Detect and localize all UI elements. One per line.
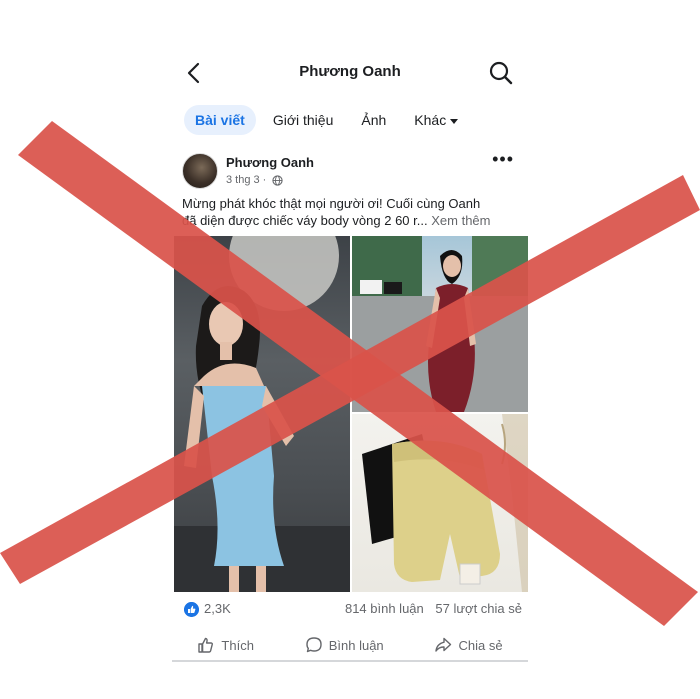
photo-woman-blue-dress-illustration (174, 236, 350, 592)
comment-count[interactable]: 814 bình luận (345, 601, 424, 616)
comment-button[interactable]: Bình luận (305, 632, 384, 658)
post-date[interactable]: 3 thg 3 (226, 174, 260, 186)
thumbs-up-icon (198, 637, 214, 653)
like-reaction-icon (184, 602, 199, 617)
post-text: Mừng phát khóc thật mọi người ơi! Cuối c… (182, 195, 522, 229)
like-button[interactable]: Thích (197, 632, 254, 658)
post-meta: 3 thg 3 · (226, 174, 283, 186)
comment-icon (306, 637, 322, 653)
avatar[interactable] (182, 153, 218, 189)
profile-tabs: Bài viết Giới thiệu Ảnh Khác (184, 104, 475, 136)
like-button-label: Thích (221, 637, 254, 653)
meta-separator: · (262, 174, 267, 186)
page-title: Phương Oanh (299, 63, 401, 80)
engagement-counts: 814 bình luận 57 lượt chia sẻ (345, 601, 522, 616)
comment-button-label: Bình luận (328, 637, 384, 653)
photo-shapewear[interactable] (352, 414, 528, 592)
photo-woman-blue-dress[interactable] (174, 236, 350, 592)
post-text-line-2: đã diện được chiếc váy body vòng 2 60 r.… (182, 213, 428, 228)
tab-more[interactable]: Khác (403, 105, 469, 135)
photo-red-dress-back[interactable] (352, 236, 528, 412)
share-count[interactable]: 57 lượt chia sẻ (435, 601, 522, 616)
top-bar: Phương Oanh (172, 58, 528, 88)
globe-icon (272, 174, 283, 186)
more-options-icon[interactable]: ••• (492, 150, 514, 168)
tab-about[interactable]: Giới thiệu (262, 105, 345, 135)
post-header: Phương Oanh 3 thg 3 · ••• (182, 150, 522, 192)
post-actions: Thích Bình luận Chia sẻ (172, 632, 528, 658)
tab-photos[interactable]: Ảnh (350, 105, 397, 135)
tab-posts[interactable]: Bài viết (184, 105, 256, 135)
share-button-label: Chia sẻ (458, 637, 503, 653)
tab-more-label: Khác (414, 112, 447, 128)
caret-down-icon (450, 118, 459, 124)
photo-shapewear-illustration (362, 414, 528, 592)
post-author[interactable]: Phương Oanh (226, 155, 314, 170)
search-icon[interactable] (488, 60, 514, 86)
post-stats: 2,3K 814 bình luận 57 lượt chia sẻ (182, 600, 522, 620)
divider (172, 660, 528, 662)
photo-grid (172, 236, 528, 592)
share-icon (435, 637, 452, 652)
profile-screen: Phương Oanh Bài viết Giới thiệu Ảnh Khác… (172, 40, 528, 662)
photo-red-dress-back-illustration (352, 236, 528, 412)
like-count[interactable]: 2,3K (204, 601, 231, 616)
share-button[interactable]: Chia sẻ (434, 632, 503, 658)
see-more-link[interactable]: Xem thêm (431, 213, 490, 228)
post-text-line-1: Mừng phát khóc thật mọi người ơi! Cuối c… (182, 196, 481, 211)
